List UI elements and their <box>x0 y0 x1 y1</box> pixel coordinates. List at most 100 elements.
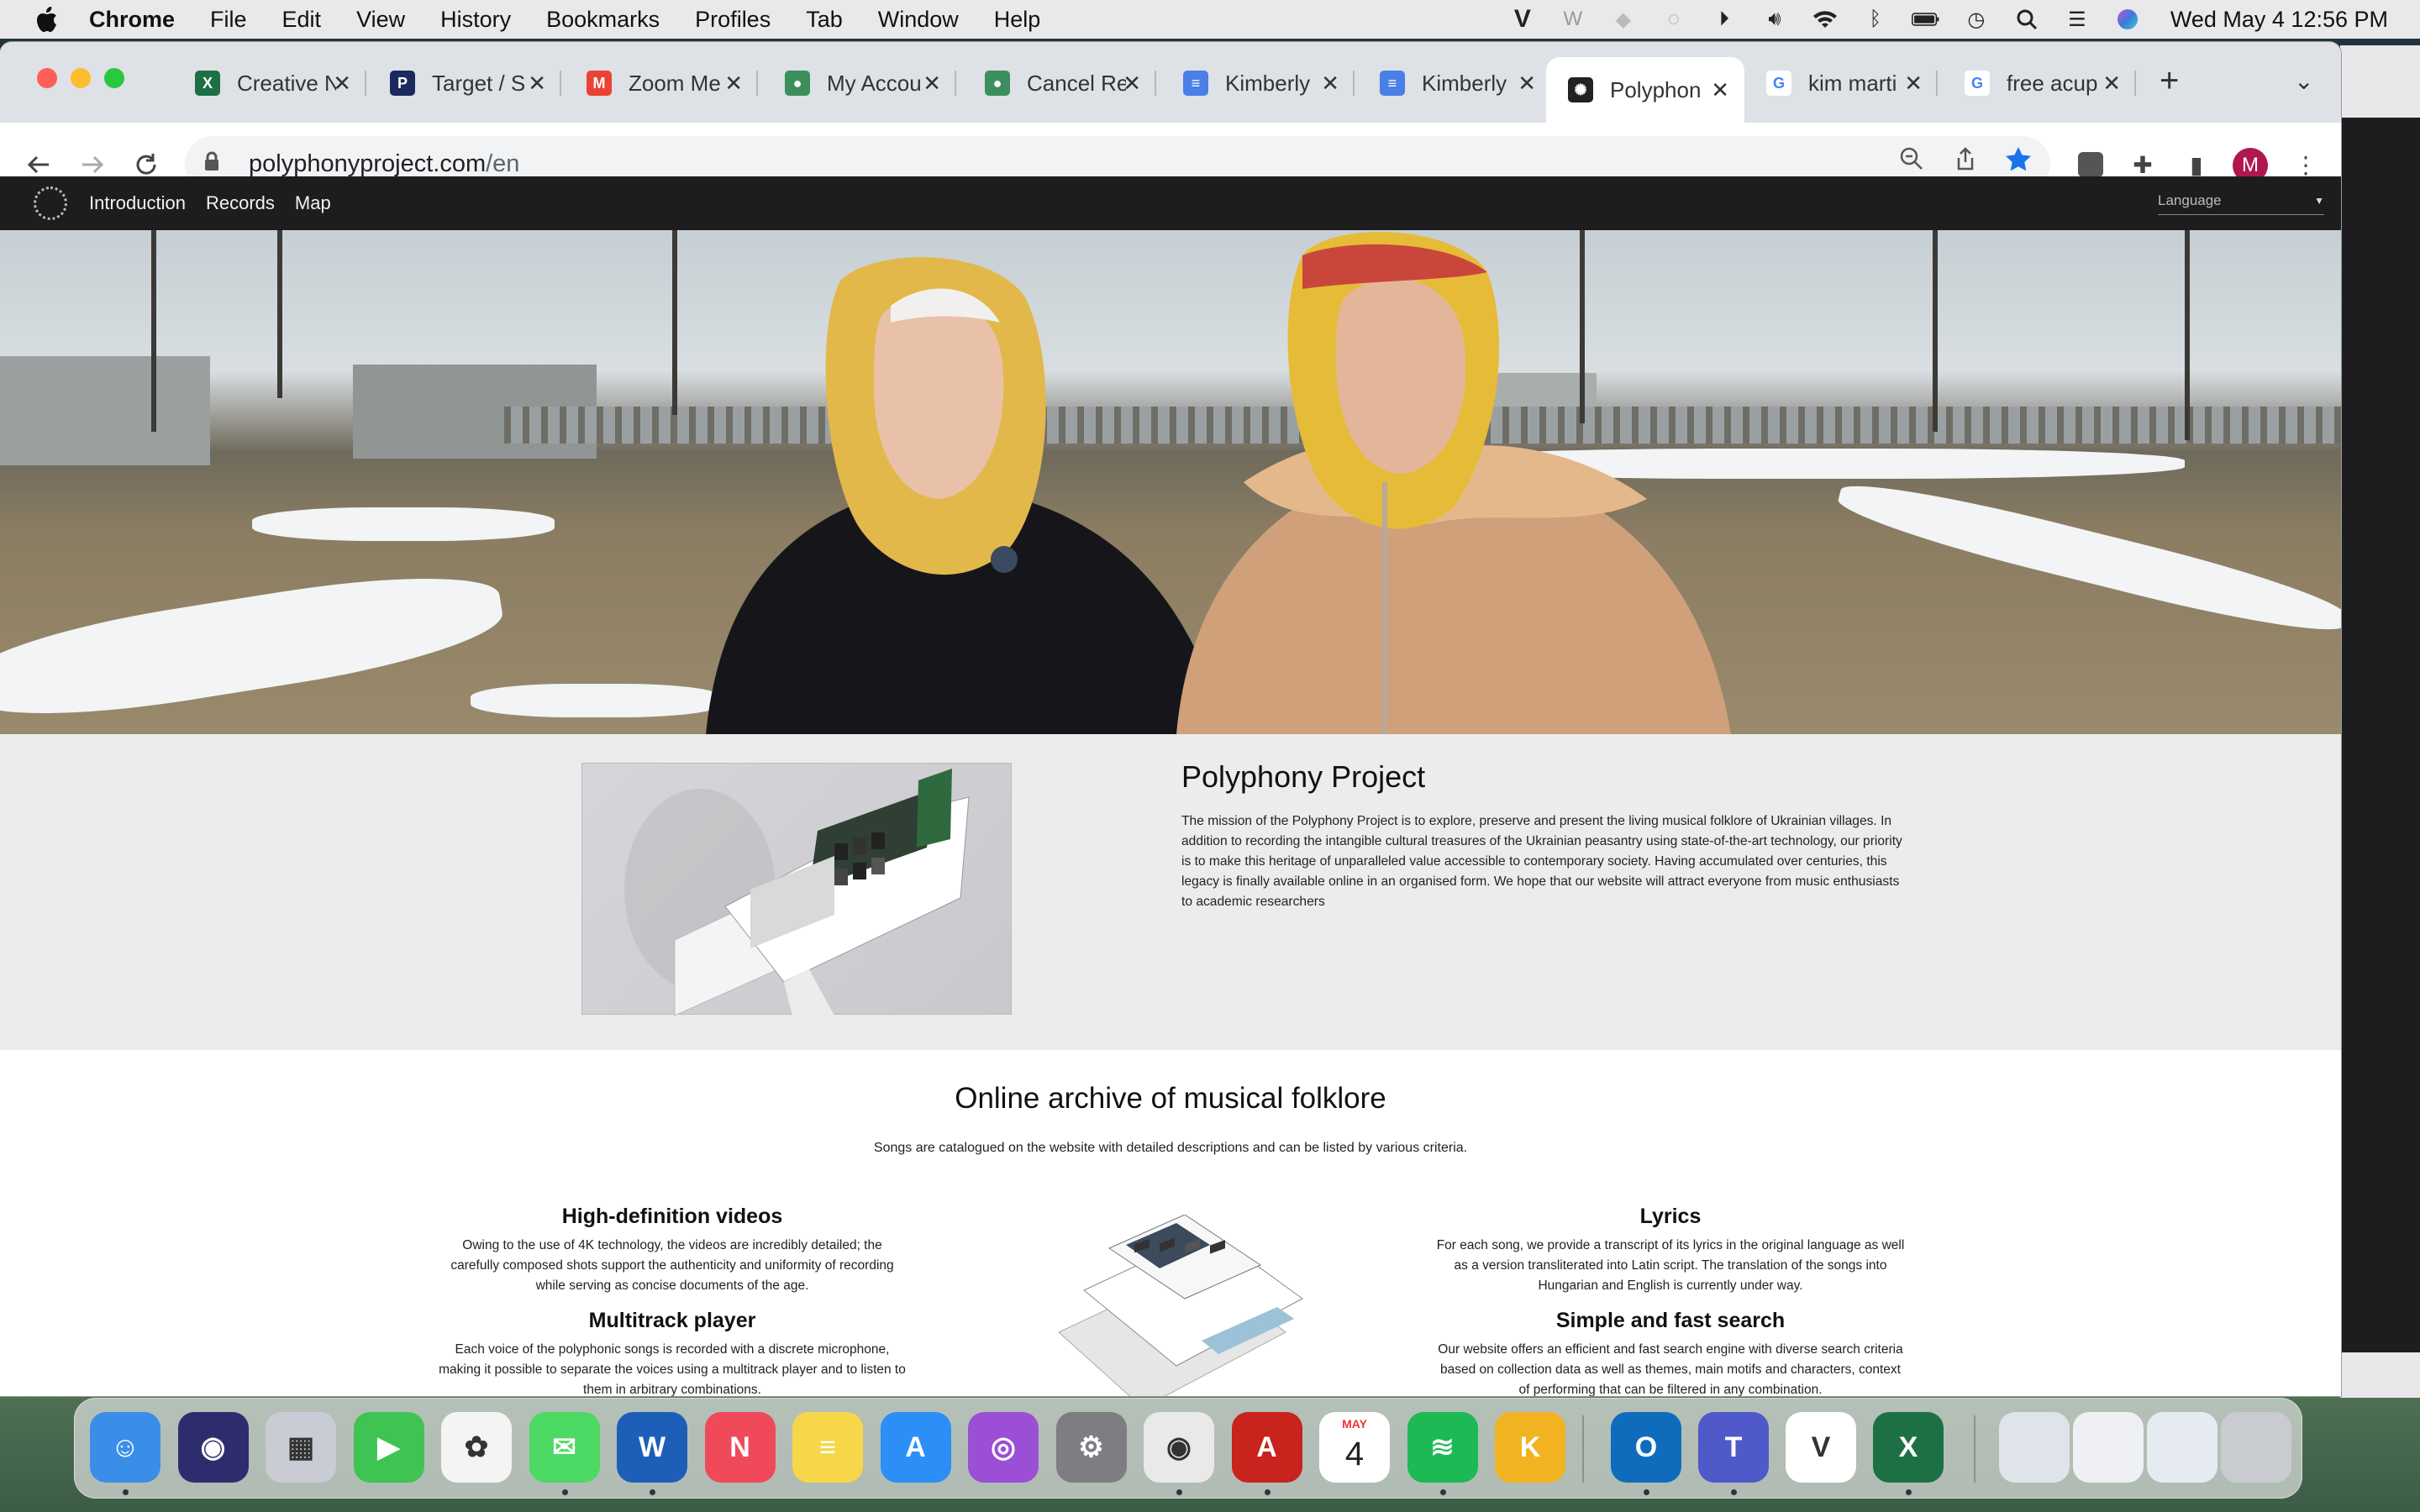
siri-status-icon[interactable] <box>2113 7 2142 32</box>
menu-profiles[interactable]: Profiles <box>677 0 788 39</box>
tab-search-chevron-icon[interactable]: ⌄ <box>2294 67 2313 95</box>
polyphony-logo-icon[interactable] <box>34 186 67 220</box>
menu-tab[interactable]: Tab <box>788 0 860 39</box>
share-icon[interactable] <box>1953 146 1978 178</box>
menu-edit[interactable]: Edit <box>265 0 339 39</box>
system-preferences-icon[interactable]: ⚙ <box>1055 1412 1127 1483</box>
site-navbar: Introduction Records Map Language ▼ <box>0 176 2341 230</box>
acrobat-icon[interactable]: A <box>1231 1412 1302 1483</box>
menu-window[interactable]: Window <box>860 0 976 39</box>
tab-divider <box>2134 71 2136 96</box>
tab-close-icon[interactable]: ✕ <box>1321 71 1339 97</box>
messages-icon[interactable]: ✉ <box>529 1412 600 1483</box>
feature-text: Each voice of the polyphonic songs is re… <box>439 1342 906 1396</box>
nav-introduction[interactable]: Introduction <box>89 192 186 214</box>
play-status-icon[interactable]: ⏵ <box>1710 7 1739 32</box>
zoom-window-button[interactable] <box>104 68 124 88</box>
tab-label: Cancel Re <box>1027 70 1126 96</box>
spotlight-search-icon[interactable] <box>2012 7 2041 32</box>
photos-icon[interactable]: ✿ <box>441 1412 512 1483</box>
finder-icon[interactable]: ☺ <box>90 1412 160 1483</box>
tab-1[interactable]: X Creative N ✕ <box>173 57 366 109</box>
calendar-icon[interactable]: MAY 4 <box>1319 1412 1390 1483</box>
tab-close-icon[interactable]: ✕ <box>923 71 941 97</box>
url-text[interactable]: polyphonyproject.com/en <box>249 150 519 178</box>
recent-stack-icon[interactable] <box>2147 1412 2217 1483</box>
tab-5[interactable]: ● Cancel Re ✕ <box>963 57 1156 109</box>
excel-icon[interactable]: X <box>1873 1412 1944 1483</box>
launchpad-icon[interactable]: ▦ <box>266 1412 336 1483</box>
menu-help[interactable]: Help <box>976 0 1059 39</box>
new-tab-button[interactable]: + <box>2160 62 2179 100</box>
podcasts-icon[interactable]: ◎ <box>968 1412 1039 1483</box>
apple-menu-icon[interactable] <box>30 0 64 39</box>
tab-divider <box>365 71 366 96</box>
feature-lyrics: Lyrics For each song, we provide a trans… <box>1435 1205 1906 1296</box>
lock-icon[interactable] <box>203 151 220 177</box>
tab-3[interactable]: M Zoom Me ✕ <box>565 57 758 109</box>
tab-10[interactable]: Gfree acup ✕ <box>1943 57 2136 109</box>
volume-icon[interactable]: 🔊︎ <box>1760 7 1789 32</box>
running-indicator <box>1264 1489 1270 1495</box>
chrome-icon[interactable]: ◉ <box>1144 1412 1214 1483</box>
close-window-button[interactable] <box>37 68 57 88</box>
running-indicator <box>1439 1489 1446 1495</box>
word-icon[interactable]: W <box>617 1412 687 1483</box>
vectorworks-icon[interactable]: V <box>1786 1412 1856 1483</box>
tab-6[interactable]: ≡ Kimberly ✕ <box>1161 57 1355 109</box>
tab-9[interactable]: Gkim marti ✕ <box>1744 57 1938 109</box>
minimize-window-button[interactable] <box>71 68 91 88</box>
battery-icon[interactable] <box>1911 7 1940 32</box>
time-machine-icon[interactable]: ◷ <box>1962 7 1991 32</box>
tab-close-icon[interactable]: ✕ <box>333 71 351 97</box>
app-store-icon[interactable]: A <box>880 1412 951 1483</box>
tab-7[interactable]: ≡ Kimberly ✕ <box>1358 57 1551 109</box>
tab-4[interactable]: ● My Accou ✕ <box>763 57 956 109</box>
sync-status-icon[interactable]: ◌ <box>1660 7 1688 32</box>
feature-text: For each song, we provide a transcript o… <box>1436 1238 1905 1293</box>
siri-icon[interactable]: ◉ <box>177 1412 249 1483</box>
spotify-icon[interactable]: ≋ <box>1407 1412 1478 1483</box>
tab-8[interactable]: ✺ Polyphon ✕ <box>1546 57 1744 123</box>
archive-section: Online archive of musical folklore Songs… <box>0 1050 2341 1396</box>
zoom-icon[interactable] <box>1899 146 1924 178</box>
vectorworks-status-icon[interactable]: V <box>1508 5 1537 33</box>
trash-icon[interactable] <box>2221 1412 2291 1483</box>
wifi-icon[interactable] <box>1811 7 1839 32</box>
tab-close-icon[interactable]: ✕ <box>2102 71 2121 97</box>
tab-label: Target / S <box>432 70 526 96</box>
tab-close-icon[interactable]: ✕ <box>1518 71 1536 97</box>
tab-close-icon[interactable]: ✕ <box>1904 71 1923 97</box>
tab-label: free acup <box>2007 70 2098 96</box>
tab-close-icon[interactable]: ✕ <box>1123 71 1141 97</box>
dropbox-status-icon[interactable]: ◆ <box>1609 7 1638 32</box>
bookmark-star-icon[interactable] <box>2005 146 2032 178</box>
downloads-stack-icon[interactable] <box>1999 1412 2070 1483</box>
bluetooth-icon[interactable]: ᛒ <box>1861 7 1890 32</box>
nav-records[interactable]: Records <box>206 192 275 214</box>
language-select[interactable]: Language ▼ <box>2158 186 2324 215</box>
documents-stack-icon[interactable] <box>2073 1412 2144 1483</box>
wacom-status-icon[interactable]: W <box>1559 7 1587 32</box>
tab-close-icon[interactable]: ✕ <box>724 71 743 97</box>
menu-bookmarks[interactable]: Bookmarks <box>529 0 677 39</box>
notes-icon[interactable]: ≡ <box>792 1412 863 1483</box>
tab-2[interactable]: P Target / S ✕ <box>368 57 561 109</box>
menu-file[interactable]: File <box>192 0 265 39</box>
menu-history[interactable]: History <box>423 0 529 39</box>
tab-close-icon[interactable]: ✕ <box>1711 77 1729 103</box>
menu-app-name[interactable]: Chrome <box>64 0 192 39</box>
language-placeholder: Language <box>2158 192 2222 208</box>
tab-close-icon[interactable]: ✕ <box>528 71 546 97</box>
facetime-icon[interactable]: ▶ <box>353 1412 424 1483</box>
outlook-icon[interactable]: O <box>1611 1412 1681 1483</box>
nav-map[interactable]: Map <box>295 192 331 214</box>
news-icon[interactable]: N <box>704 1412 776 1483</box>
keynote-icon[interactable]: K <box>1495 1412 1565 1483</box>
menu-clock[interactable]: Wed May 4 12:56 PM <box>2170 7 2388 33</box>
control-center-icon[interactable]: ☰ <box>2063 7 2091 32</box>
teams-icon[interactable]: T <box>1698 1412 1769 1483</box>
feature-multitrack: Multitrack player Each voice of the poly… <box>437 1309 908 1396</box>
running-indicator <box>561 1489 568 1495</box>
menu-view[interactable]: View <box>339 0 423 39</box>
